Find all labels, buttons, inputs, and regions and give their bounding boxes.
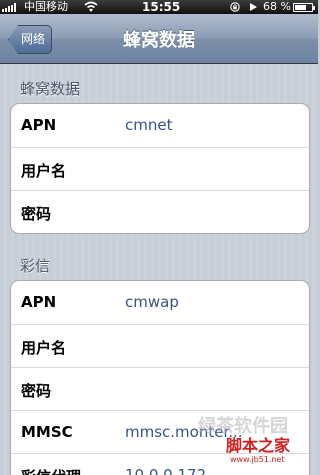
clock: 15:55 [142, 0, 181, 14]
signal-strength-icon [2, 3, 16, 12]
mms-password-label: 密码 [21, 382, 52, 400]
username-label: 用户名 [21, 162, 67, 180]
wifi-icon [84, 1, 98, 12]
cellular-settings-group: APN cmnet 用户名 密码 [10, 103, 310, 234]
mms-apn-field[interactable]: cmwap [125, 293, 179, 311]
battery-percentage: 68 % [263, 0, 291, 13]
mms-apn-label: APN [21, 293, 57, 311]
navigation-bar: 网络 蜂窝数据 [0, 14, 318, 64]
password-label: 密码 [21, 205, 52, 223]
page-title: 蜂窝数据 [123, 30, 195, 51]
username-row[interactable]: 用户名 [11, 147, 309, 190]
section-header-cellular: 蜂窝数据 [20, 80, 81, 98]
mms-proxy-field[interactable]: 10.0.0.172 [125, 466, 206, 475]
watermark-site-name: 脚本之家 [226, 436, 291, 455]
mms-password-row[interactable]: 密码 [11, 367, 309, 410]
mms-apn-row[interactable]: APN cmwap [11, 281, 309, 324]
battery-icon [293, 3, 315, 12]
status-bar: 中国移动 15:55 68 % [0, 0, 318, 14]
watermark-url: www.jb51.net [230, 455, 285, 464]
mms-proxy-label: 彩信代理 [21, 466, 81, 475]
section-header-mms: 彩信 [20, 257, 51, 275]
password-row[interactable]: 密码 [11, 190, 309, 233]
mmsc-label: MMSC [21, 423, 73, 441]
mms-username-row[interactable]: 用户名 [11, 324, 309, 367]
play-icon [250, 3, 257, 11]
apn-field[interactable]: cmnet [125, 116, 172, 134]
carrier-name: 中国移动 [24, 0, 68, 13]
apn-row[interactable]: APN cmnet [11, 104, 309, 147]
rotation-lock-icon [230, 2, 240, 12]
mms-username-label: 用户名 [21, 339, 67, 357]
apn-label: APN [21, 116, 57, 134]
